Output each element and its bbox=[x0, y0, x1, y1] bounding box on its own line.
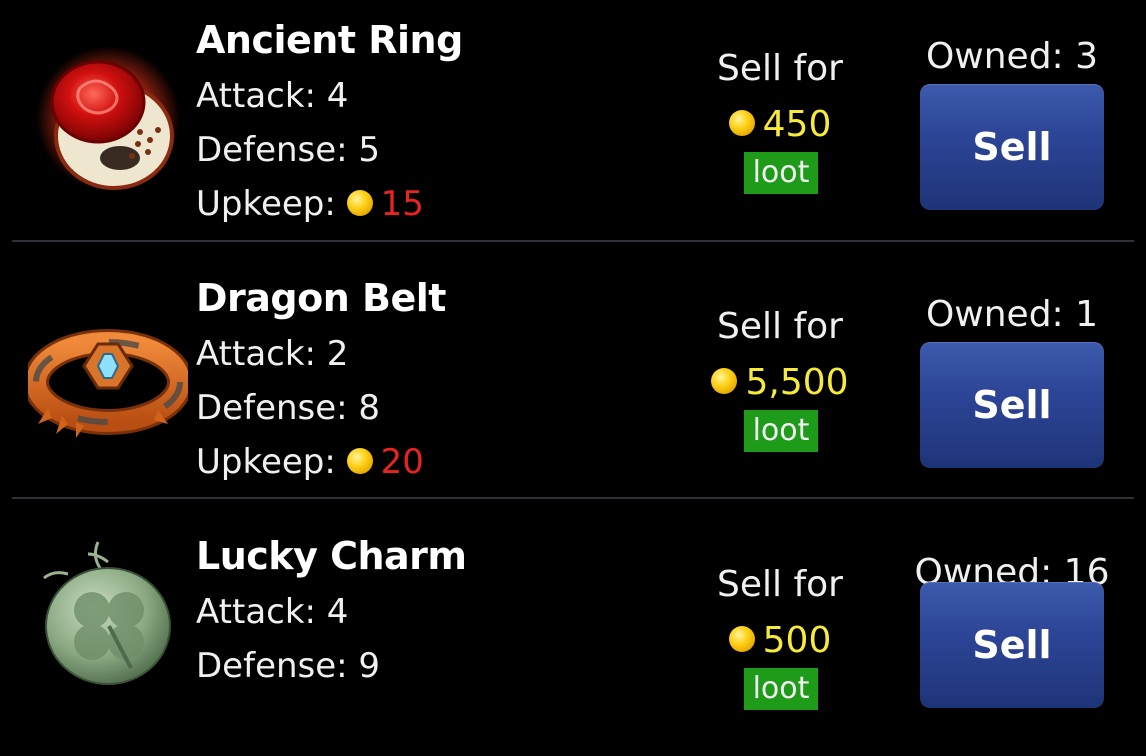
defense-stat: Defense: 8 bbox=[196, 388, 381, 428]
coin-icon bbox=[711, 368, 738, 394]
price-value: 450 bbox=[762, 104, 832, 145]
loot-badge: loot bbox=[744, 152, 818, 194]
item-row-lucky-charm: Lucky Charm Attack: 4 Defense: 9 Sell fo… bbox=[0, 516, 1146, 756]
attack-stat: Attack: 2 bbox=[196, 334, 349, 374]
coin-icon bbox=[346, 447, 373, 474]
sell-button[interactable]: Sell bbox=[920, 582, 1104, 708]
attack-stat: Attack: 4 bbox=[196, 76, 349, 116]
upkeep-stat: Upkeep: 15 bbox=[196, 184, 424, 224]
item-row-ancient-ring: Ancient Ring Attack: 4 Defense: 5 Upkeep… bbox=[0, 0, 1146, 240]
ring-icon bbox=[36, 46, 180, 190]
sell-price: 500 bbox=[690, 620, 870, 661]
row-divider bbox=[12, 240, 1134, 242]
clover-charm-icon bbox=[43, 541, 171, 685]
sell-for-label: Sell for bbox=[717, 306, 843, 347]
upkeep-stat: Upkeep: 20 bbox=[196, 442, 424, 482]
upkeep-label: Upkeep: bbox=[196, 442, 336, 482]
row-divider bbox=[12, 497, 1134, 499]
belt-icon bbox=[28, 329, 188, 438]
owned-count: Owned: 1 bbox=[925, 294, 1099, 335]
sell-for-label: Sell for bbox=[717, 48, 843, 89]
upkeep-value: 20 bbox=[380, 442, 424, 482]
loot-badge: loot bbox=[744, 410, 818, 452]
sell-for-label: Sell for bbox=[717, 564, 843, 605]
sell-price: 5,500 bbox=[690, 362, 870, 403]
defense-stat: Defense: 9 bbox=[196, 646, 381, 686]
coin-icon bbox=[728, 110, 755, 136]
price-value: 5,500 bbox=[745, 362, 849, 403]
item-name: Dragon Belt bbox=[196, 276, 446, 320]
defense-stat: Defense: 5 bbox=[196, 130, 381, 170]
upkeep-value: 15 bbox=[380, 184, 424, 224]
sell-button[interactable]: Sell bbox=[920, 84, 1104, 210]
sell-price: 450 bbox=[690, 104, 870, 145]
owned-count: Owned: 3 bbox=[925, 36, 1099, 77]
item-row-dragon-belt: Dragon Belt Attack: 2 Defense: 8 Upkeep:… bbox=[0, 258, 1146, 498]
loot-badge: loot bbox=[744, 668, 818, 710]
sell-button[interactable]: Sell bbox=[920, 342, 1104, 468]
item-name: Lucky Charm bbox=[196, 534, 467, 578]
coin-icon bbox=[728, 626, 755, 652]
price-value: 500 bbox=[762, 620, 832, 661]
item-name: Ancient Ring bbox=[196, 18, 463, 62]
upkeep-label: Upkeep: bbox=[196, 184, 336, 224]
coin-icon bbox=[346, 189, 373, 216]
attack-stat: Attack: 4 bbox=[196, 592, 349, 632]
